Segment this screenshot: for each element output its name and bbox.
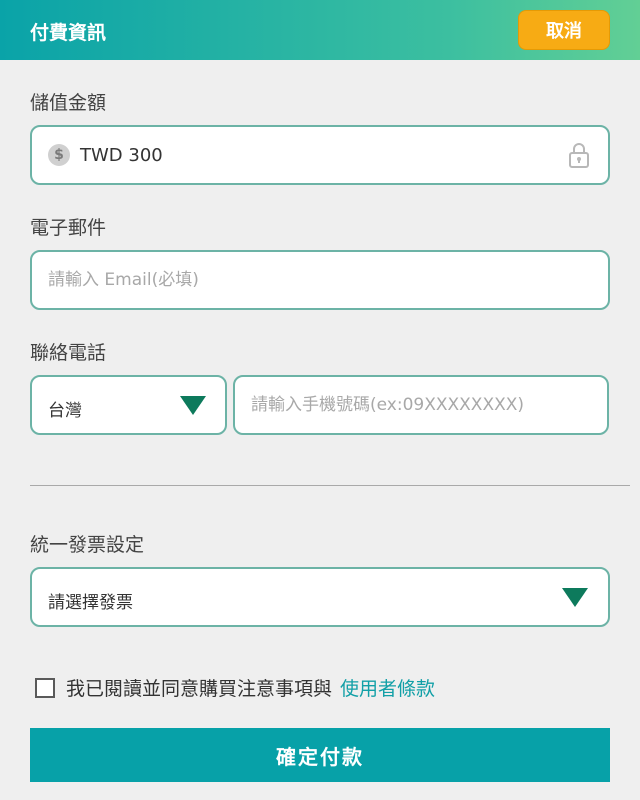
agreement-row: 我已閱讀並同意購買注意事項與 使用者條款: [35, 674, 435, 701]
lock-icon: [569, 143, 589, 168]
agreement-checkbox[interactable]: [35, 677, 55, 698]
invoice-label: 統一發票設定: [30, 534, 145, 556]
phone-field-container: [233, 375, 609, 435]
page-title: 付費資訊: [30, 22, 107, 44]
header-bar: 付費資訊 取消: [0, 0, 640, 60]
agreement-text: 我已閱讀並同意購買注意事項與: [66, 678, 333, 700]
dollar-coin-icon: $: [48, 144, 70, 166]
amount-label: 儲值金額: [30, 92, 107, 114]
country-select[interactable]: 台灣: [30, 375, 227, 435]
email-input[interactable]: [32, 252, 608, 308]
phone-input[interactable]: [235, 377, 607, 433]
section-divider: [30, 485, 630, 486]
terms-link[interactable]: 使用者條款: [340, 674, 435, 701]
cancel-button[interactable]: 取消: [518, 10, 610, 50]
amount-value: TWD 300: [80, 145, 163, 166]
amount-field: $ TWD 300: [30, 125, 610, 185]
email-label: 電子郵件: [30, 217, 107, 239]
phone-label: 聯絡電話: [30, 342, 107, 364]
email-field-container: [30, 250, 610, 310]
country-selected-value: 台灣: [48, 401, 82, 421]
invoice-selected-value: 請選擇發票: [48, 593, 133, 613]
confirm-payment-button[interactable]: 確定付款: [30, 728, 610, 782]
chevron-down-icon: [180, 396, 206, 415]
invoice-select[interactable]: 請選擇發票: [30, 567, 610, 627]
chevron-down-icon: [562, 588, 588, 607]
